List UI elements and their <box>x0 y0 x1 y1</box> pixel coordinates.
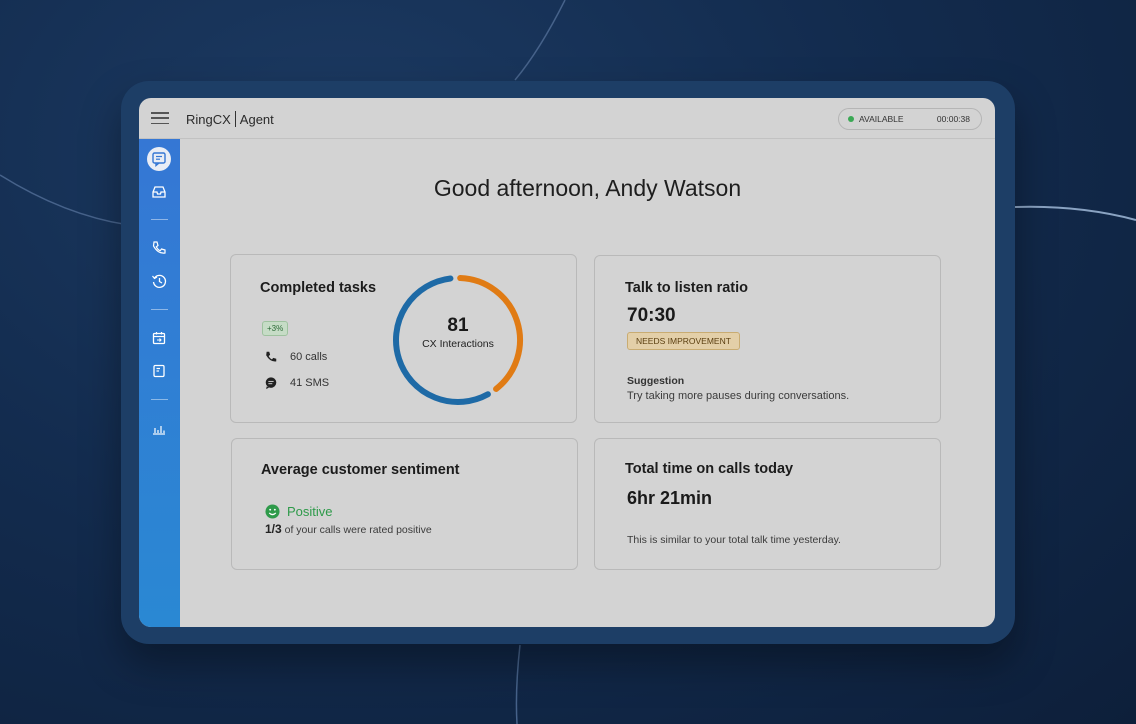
sentiment-value-row: Positive <box>265 504 333 519</box>
inbox-icon[interactable] <box>147 180 171 204</box>
sentiment-title: Average customer sentiment <box>261 462 460 478</box>
chat-icon[interactable] <box>147 147 171 171</box>
status-dot-icon <box>848 116 854 122</box>
brand-module: Agent <box>239 111 274 127</box>
talk-ratio-title: Talk to listen ratio <box>625 280 749 296</box>
calls-row: 60 calls <box>264 350 327 364</box>
sentiment-detail-row: 1/3 of your calls were rated positive <box>265 522 432 536</box>
call-time-value: 6hr 21min <box>627 488 713 508</box>
suggestion-label: Suggestion <box>627 375 685 387</box>
needs-improvement-badge: NEEDS IMPROVEMENT <box>627 332 740 350</box>
brand-name: RingCX <box>186 111 231 127</box>
talk-ratio-value: 70:30 <box>627 305 676 326</box>
sentiment-card: Average customer sentiment Positive 1/3 … <box>231 438 578 570</box>
sms-count: 41 SMS <box>290 377 330 389</box>
calls-count: 60 calls <box>290 351 328 363</box>
suggestion-text: Try taking more pauses during conversati… <box>627 390 850 402</box>
donut-center: 81 CX Interactions <box>408 315 508 350</box>
greeting-heading: Good afternoon, Andy Watson <box>433 175 742 201</box>
interactions-total: 81 <box>447 315 469 336</box>
phone-icon[interactable] <box>147 236 171 260</box>
completed-tasks-card: Completed tasks +3% 60 calls 41 SMS 81 C… <box>230 254 577 423</box>
call-time-title: Total time on calls today <box>625 461 794 477</box>
analytics-icon[interactable] <box>147 417 171 441</box>
interactions-label: CX Interactions <box>422 338 494 350</box>
sentiment-fraction: 1/3 <box>265 522 282 536</box>
call-time-note: This is similar to your total talk time … <box>627 534 841 546</box>
agent-status-pill[interactable]: AVAILABLE 00:00:38 <box>838 108 982 130</box>
message-icon <box>265 377 277 390</box>
sentiment-value: Positive <box>287 504 333 519</box>
sidebar <box>139 139 180 627</box>
smiley-icon <box>265 504 280 519</box>
delta-badge: +3% <box>262 321 289 336</box>
menu-icon[interactable] <box>151 112 169 124</box>
talk-ratio-card: Talk to listen ratio 70:30 NEEDS IMPROVE… <box>594 255 941 423</box>
sentiment-detail: of your calls were rated positive <box>284 524 432 536</box>
sms-row: 41 SMS <box>264 376 329 390</box>
calendar-icon[interactable] <box>147 326 171 350</box>
top-bar: RingCX Agent AVAILABLE 00:00:38 <box>139 98 995 139</box>
phone-icon <box>266 351 277 362</box>
status-label: AVAILABLE <box>859 114 904 124</box>
history-icon[interactable] <box>147 269 171 293</box>
notes-icon[interactable] <box>147 359 171 383</box>
app-screen: RingCX Agent AVAILABLE 00:00:38 Good aft… <box>139 98 995 627</box>
completed-tasks-title: Completed tasks <box>260 280 377 296</box>
app-brand: RingCX Agent <box>186 111 274 127</box>
status-timer: 00:00:38 <box>936 114 970 124</box>
call-time-card: Total time on calls today 6hr 21min This… <box>594 438 941 570</box>
